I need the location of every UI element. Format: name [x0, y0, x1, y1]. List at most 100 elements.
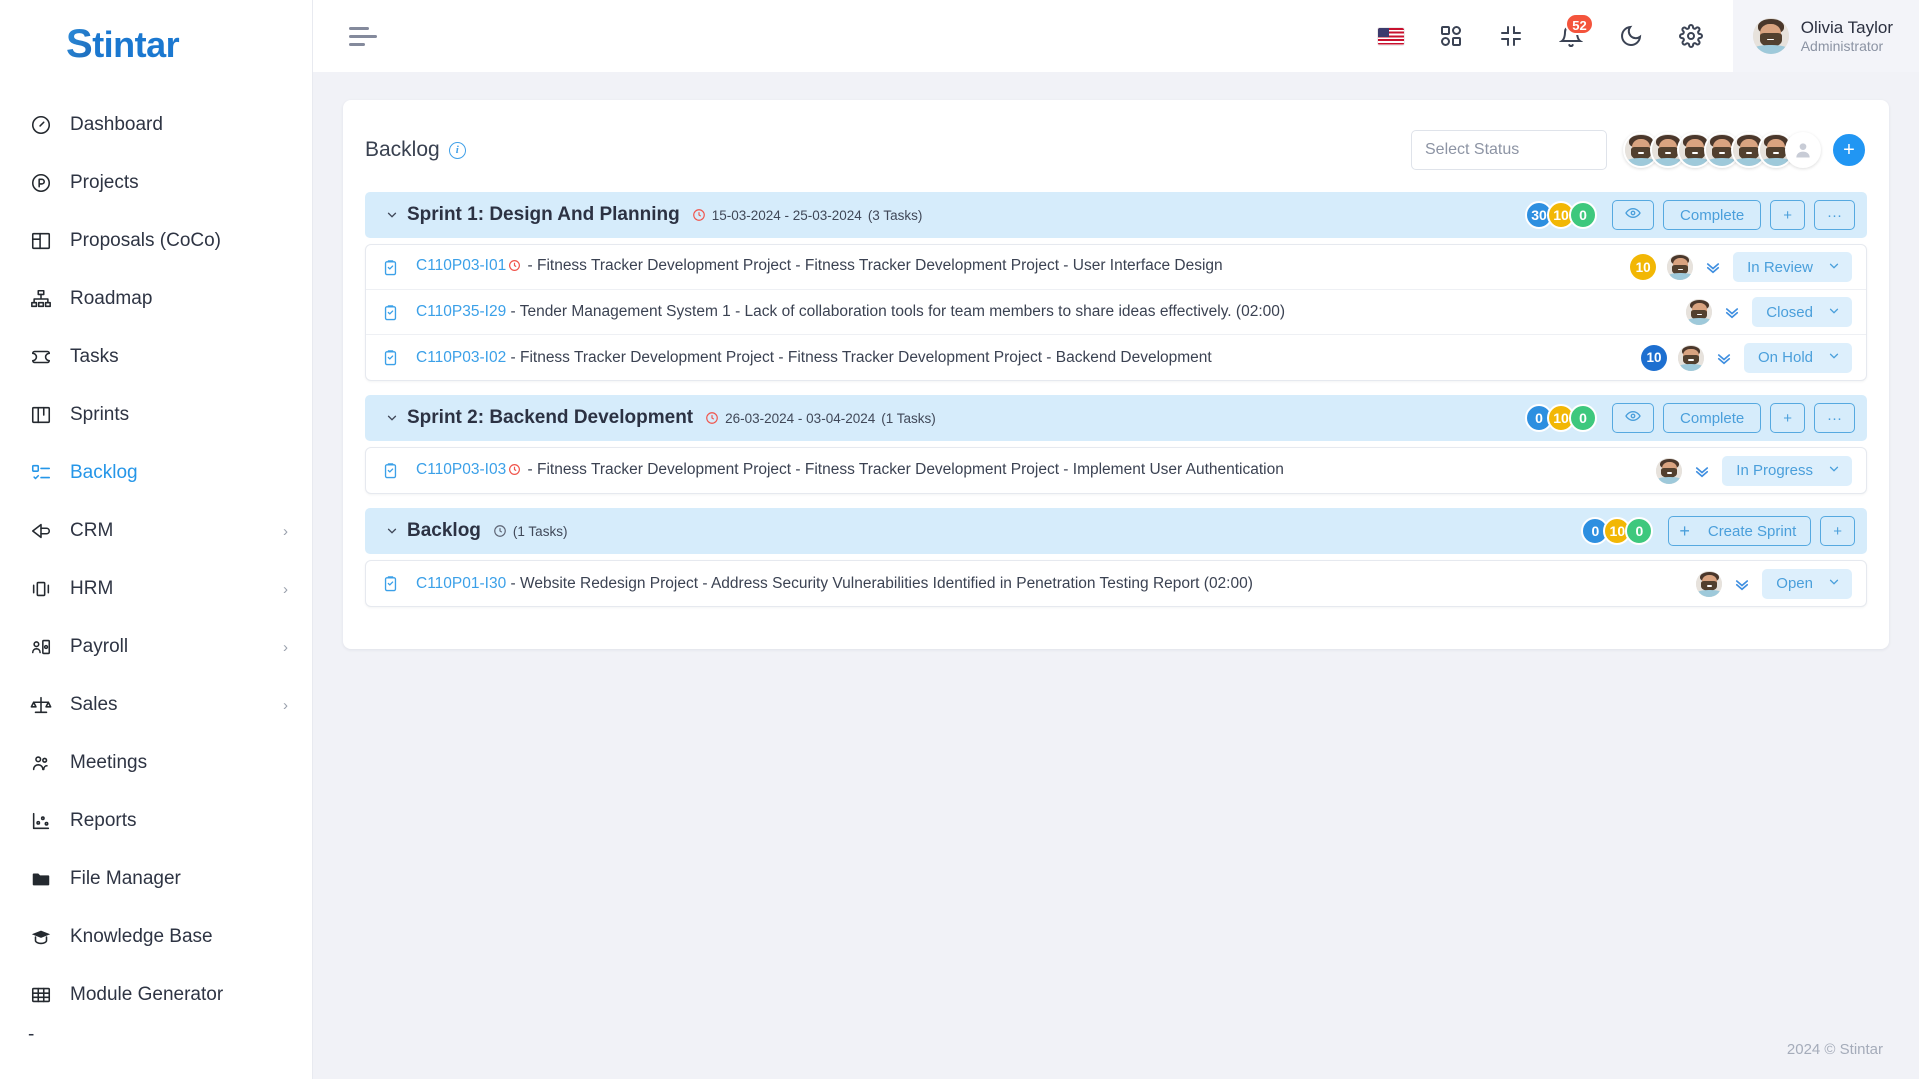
sidebar-item-payroll[interactable]: Payroll ›	[0, 618, 312, 676]
member-avatar-stack	[1623, 132, 1821, 168]
status-filter-placeholder: Select Status	[1425, 141, 1520, 158]
chevron-down-icon	[1827, 259, 1841, 276]
brand-logo[interactable]: Stintar	[0, 0, 312, 88]
task-assignee-avatar[interactable]	[1677, 344, 1704, 371]
sidebar-item-crm[interactable]: CRM ›	[0, 502, 312, 560]
task-row[interactable]: C110P03-I03 - Fitness Tracker Developmen…	[366, 448, 1866, 493]
task-row[interactable]: C110P01-I30 - Website Redesign Project -…	[366, 561, 1866, 606]
add-task-button[interactable]: +	[1770, 200, 1805, 230]
sidebar-item-label: Payroll	[70, 636, 129, 657]
collapse-chevron-icon[interactable]	[381, 524, 403, 538]
complete-sprint-button[interactable]: Complete	[1663, 200, 1762, 230]
task-status-label: Closed	[1766, 303, 1813, 321]
avatar-face	[1667, 254, 1694, 280]
task-code[interactable]: C110P03-I01	[416, 257, 506, 274]
task-assignee-avatar[interactable]	[1696, 570, 1723, 597]
task-status-dropdown[interactable]: Closed	[1752, 297, 1852, 327]
collapse-chevron-icon[interactable]	[381, 411, 403, 425]
double-chevron-down-icon[interactable]	[1733, 575, 1751, 593]
sidebar-item-label: Module Generator	[70, 984, 224, 1005]
task-assignee-avatar[interactable]	[1656, 457, 1683, 484]
apps-grid-icon[interactable]	[1427, 12, 1475, 60]
fullscreen-collapse-icon[interactable]	[1487, 12, 1535, 60]
create-sprint-button[interactable]: + Create Sprint	[1668, 516, 1812, 546]
double-chevron-down-icon[interactable]	[1693, 462, 1711, 480]
task-row[interactable]: C110P35-I29 - Tender Management System 1…	[366, 290, 1866, 335]
status-filter-select[interactable]: Select Status	[1411, 130, 1607, 170]
avatar	[1752, 18, 1789, 54]
task-list: C110P03-I03 - Fitness Tracker Developmen…	[365, 447, 1867, 494]
task-row[interactable]: C110P03-I01 - Fitness Tracker Developmen…	[366, 245, 1866, 290]
sidebar-item-proposals-coco[interactable]: Proposals (CoCo)	[0, 212, 312, 270]
member-avatar-placeholder[interactable]	[1785, 132, 1821, 168]
sidebar-item-sales[interactable]: Sales ›	[0, 676, 312, 734]
footer: 2024 © Stintar	[313, 1019, 1919, 1079]
eye-icon	[1625, 408, 1641, 428]
task-status-dropdown[interactable]: On Hold	[1743, 342, 1852, 373]
task-assignee-avatar[interactable]	[1667, 254, 1694, 280]
more-options-button[interactable]: ···	[1814, 200, 1855, 230]
task-assignee-avatar[interactable]	[1686, 299, 1713, 325]
sidebar-tail: -	[28, 1024, 35, 1045]
chevron-right-icon: ›	[283, 638, 288, 656]
count-badge-green: 0	[1569, 404, 1598, 432]
group-header: Sprint 1: Design And Planning 15-03-2024 …	[365, 192, 1867, 238]
double-chevron-down-icon[interactable]	[1723, 303, 1741, 321]
add-task-button[interactable]: +	[1820, 516, 1855, 546]
task-code[interactable]: C110P35-I29	[416, 303, 506, 320]
settings-gear-icon[interactable]	[1667, 12, 1715, 60]
scales-icon	[28, 692, 54, 718]
brand-logo-mark: S	[66, 21, 93, 66]
hamburger-icon[interactable]	[349, 26, 379, 46]
task-clipboard-icon	[382, 575, 402, 592]
complete-sprint-button[interactable]: Complete	[1663, 403, 1762, 433]
task-code[interactable]: C110P03-I03	[416, 461, 506, 478]
chevron-down-icon	[1827, 304, 1841, 321]
sidebar-item-reports[interactable]: Reports	[0, 792, 312, 850]
sprint-date-range: 26-03-2024 - 03-04-2024	[725, 410, 876, 426]
task-row[interactable]: C110P03-I02 - Fitness Tracker Developmen…	[366, 335, 1866, 380]
sidebar-item-knowledge-base[interactable]: Knowledge Base	[0, 908, 312, 966]
info-icon[interactable]: i	[448, 141, 466, 159]
card-header-actions: Select Status +	[1411, 130, 1867, 170]
collapse-chevron-icon[interactable]	[381, 208, 403, 222]
sidebar-item-sprints[interactable]: Sprints	[0, 386, 312, 444]
task-status-dropdown[interactable]: In Review	[1733, 252, 1852, 282]
sidebar-item-tasks[interactable]: Tasks	[0, 328, 312, 386]
sidebar-item-label: Dashboard	[70, 114, 163, 135]
sidebar-item-backlog[interactable]: Backlog	[0, 444, 312, 502]
task-code[interactable]: C110P03-I02	[416, 349, 506, 366]
user-profile-menu[interactable]: Olivia Taylor Administrator	[1732, 0, 1919, 72]
task-status-label: On Hold	[1757, 349, 1813, 366]
task-title: C110P35-I29 - Tender Management System 1…	[416, 303, 1285, 321]
sidebar-item-dashboard[interactable]: Dashboard	[0, 96, 312, 154]
view-sprint-button[interactable]	[1612, 200, 1655, 230]
double-chevron-down-icon[interactable]	[1715, 349, 1733, 367]
double-chevron-down-icon[interactable]	[1704, 258, 1722, 276]
card-header: Backlog i Select Status +	[365, 122, 1867, 192]
view-sprint-button[interactable]	[1612, 403, 1655, 433]
page-title: Backlog i	[365, 138, 466, 162]
add-member-button[interactable]: +	[1831, 132, 1867, 168]
sidebar-item-meetings[interactable]: Meetings	[0, 734, 312, 792]
user-info: Olivia Taylor Administrator	[1801, 17, 1893, 56]
notification-bell-icon[interactable]: 52	[1547, 12, 1595, 60]
chevron-right-icon: ›	[283, 696, 288, 714]
task-status-dropdown[interactable]: In Progress	[1722, 455, 1852, 486]
sidebar-item-label: Sales	[70, 694, 118, 715]
sidebar-item-hrm[interactable]: HRM ›	[0, 560, 312, 618]
more-options-button[interactable]: ···	[1814, 403, 1855, 433]
task-description: - Website Redesign Project - Address Sec…	[506, 574, 1253, 592]
language-flag-icon[interactable]	[1367, 12, 1415, 60]
task-status-dropdown[interactable]: Open	[1762, 568, 1852, 599]
task-code[interactable]: C110P01-I30	[416, 575, 506, 592]
sidebar-item-projects[interactable]: Projects	[0, 154, 312, 212]
task-description: - Fitness Tracker Development Project - …	[506, 348, 1212, 366]
sidebar-item-module-generator[interactable]: Module Generator	[0, 966, 312, 1024]
add-task-button[interactable]: +	[1770, 403, 1805, 433]
sidebar-item-file-manager[interactable]: File Manager	[0, 850, 312, 908]
clock-icon	[705, 411, 719, 425]
sidebar-item-roadmap[interactable]: Roadmap	[0, 270, 312, 328]
user-role: Administrator	[1800, 37, 1884, 54]
dark-mode-moon-icon[interactable]	[1607, 12, 1655, 60]
